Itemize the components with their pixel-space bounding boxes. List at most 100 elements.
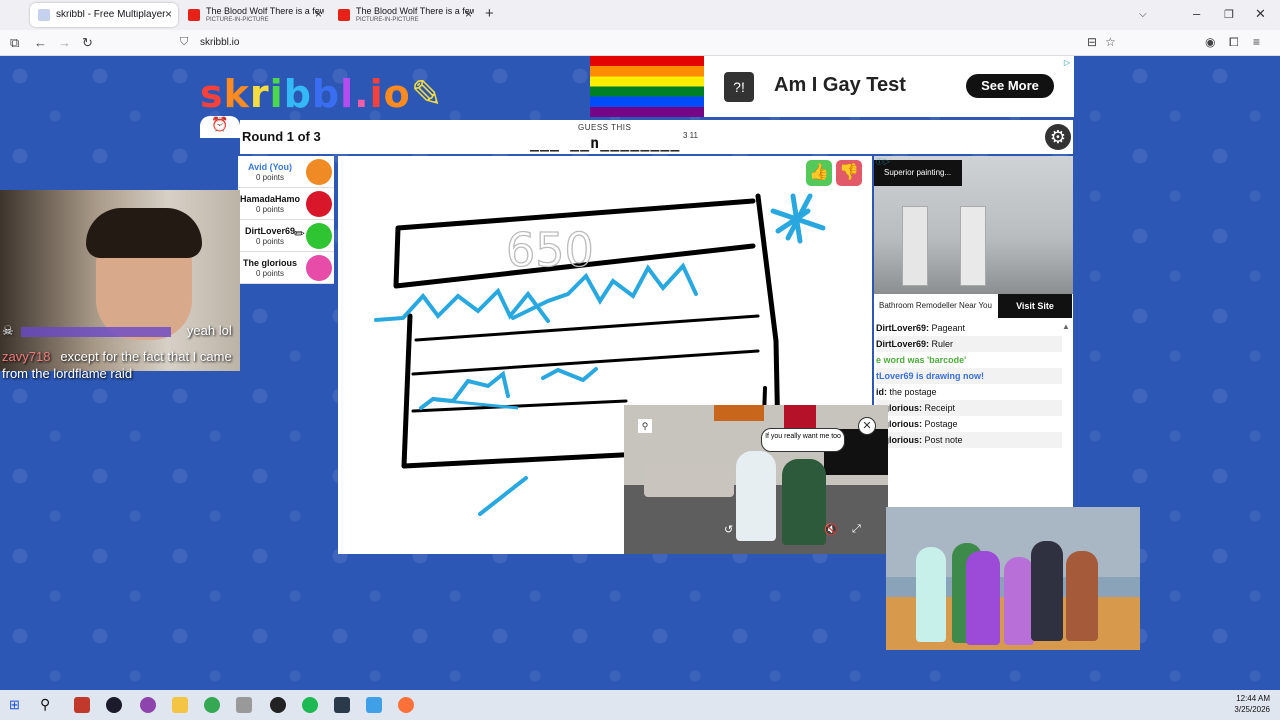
extensions-icon[interactable]: ⧠ xyxy=(1229,35,1239,50)
thumbs-up-button[interactable]: 👍 xyxy=(806,160,832,186)
player-row[interactable]: Avid (You) 0 points xyxy=(238,156,334,188)
avatar xyxy=(306,191,332,217)
system-clock[interactable]: 12:44 AM 3/25/2026 xyxy=(1234,693,1270,715)
tab-skribbl[interactable]: skribbl - Free Multiplayer Drawing × xyxy=(30,3,178,27)
tab-list-chevron-down-icon[interactable]: ⌵ xyxy=(1139,9,1147,20)
chat-user: DirtLover69: xyxy=(876,323,930,333)
ad-choices-icon[interactable]: ⓘ▷ xyxy=(876,157,890,167)
mute-icon[interactable]: 🔇 xyxy=(824,523,838,536)
youtube-favicon-icon xyxy=(338,9,350,21)
settings-gear-icon[interactable]: ⚙ xyxy=(1045,124,1071,150)
scroll-up-chevron-icon[interactable]: ▲ xyxy=(1062,322,1070,331)
rainbow-flag-image xyxy=(590,56,704,117)
tab-title: The Blood Wolf There is a few s xyxy=(206,6,324,16)
canvas-sketch-text: 650 xyxy=(506,223,594,277)
player-name: The glorious xyxy=(243,258,297,268)
avatar xyxy=(306,223,332,249)
app-icon[interactable] xyxy=(366,697,382,713)
stream-chat-line: ☠ yeah lol xyxy=(2,323,232,339)
ad-title: Am I Gay Test xyxy=(774,74,906,96)
chat-message: e glorious: Postage xyxy=(876,416,1062,432)
chat-panel: Superior painting... ⓘ▷ Bathroom Remodel… xyxy=(874,156,1073,554)
app-icon[interactable] xyxy=(236,697,252,713)
app-icon[interactable] xyxy=(74,697,90,713)
character-image xyxy=(1031,541,1063,641)
folder-icon[interactable] xyxy=(172,697,188,713)
expand-icon[interactable]: ⤢ xyxy=(852,523,861,536)
chat-message: e glorious: Post note xyxy=(876,432,1062,448)
bookmark-star-icon[interactable]: ☆ xyxy=(1105,35,1116,49)
tab-blood-wolf-2[interactable]: The Blood Wolf There is a few s PICTURE-… xyxy=(330,3,478,27)
chat-text: Ruler xyxy=(931,339,954,349)
minimize-button[interactable]: – xyxy=(1193,6,1200,21)
blurred-username xyxy=(21,326,172,337)
player-points: 0 points xyxy=(255,173,285,182)
pip-video-1[interactable]: If you really want me too ⚲ ✕ ↺ 🔇 ⤢ xyxy=(624,405,888,554)
app-icon[interactable] xyxy=(270,697,286,713)
thumbs-down-button[interactable]: 👎 xyxy=(836,160,862,186)
youtube-favicon-icon xyxy=(188,9,200,21)
new-tab-button[interactable]: + xyxy=(485,5,494,22)
see-more-button[interactable]: See More xyxy=(966,74,1054,98)
account-icon[interactable]: ◉ xyxy=(1205,35,1215,49)
back-arrow-icon[interactable]: ← xyxy=(34,35,47,50)
close-icon[interactable]: × xyxy=(465,7,472,21)
tab-blood-wolf-1[interactable]: The Blood Wolf There is a few s PICTURE-… xyxy=(180,3,328,27)
tab-subtitle: PICTURE-IN-PICTURE xyxy=(206,17,269,23)
tab-title: skribbl - Free Multiplayer Drawing xyxy=(56,10,168,20)
taskbar: ⊞ ⚲ 12:44 AM 3/25/2026 xyxy=(0,690,1280,720)
player-row[interactable]: The glorious 0 points xyxy=(238,252,334,284)
app-icon[interactable] xyxy=(106,697,122,713)
clock-date: 3/25/2026 xyxy=(1234,705,1270,714)
spotify-icon[interactable] xyxy=(302,697,318,713)
forward-arrow-icon[interactable]: → xyxy=(58,35,71,50)
door-image xyxy=(960,206,986,286)
menu-icon[interactable]: ≡ xyxy=(1253,35,1260,49)
skull-icon: ☠ xyxy=(2,323,14,338)
tab-strip: skribbl - Free Multiplayer Drawing × The… xyxy=(0,0,1280,30)
windows-start-icon[interactable]: ⊞ xyxy=(9,697,20,713)
address-bar[interactable]: ⛉ skribbl.io xyxy=(172,33,1122,53)
character-image xyxy=(966,551,1000,645)
chat-message: e glorious: Receipt xyxy=(876,400,1062,416)
player-name: HamadaHamo xyxy=(239,194,301,204)
round-indicator: Round 1 of 3 xyxy=(242,129,321,144)
character-image xyxy=(736,451,776,541)
pip-video-2[interactable] xyxy=(886,507,1140,650)
stream-chat-text: from the lordflame raid xyxy=(2,366,133,381)
rewind-icon[interactable]: ↺ xyxy=(724,523,733,536)
visit-site-button[interactable]: Visit Site xyxy=(998,294,1072,318)
app-icon[interactable] xyxy=(334,697,350,713)
skribbl-favicon-icon xyxy=(38,9,50,21)
reload-icon[interactable]: ↻ xyxy=(82,35,93,51)
magnify-icon[interactable]: ⚲ xyxy=(638,419,652,433)
stream-chat-user: zavy718 xyxy=(2,349,51,364)
stream-chat-text: except for the fact that I came xyxy=(60,349,232,364)
search-icon[interactable]: ⚲ xyxy=(40,696,50,713)
character-image xyxy=(1066,551,1098,641)
close-window-button[interactable]: ✕ xyxy=(1255,6,1266,22)
chrome-icon[interactable] xyxy=(204,697,220,713)
chat-text: Receipt xyxy=(924,403,956,413)
game-header-bar: Round 1 of 3 GUESS THIS ___ __n________ … xyxy=(240,120,1073,154)
player-row[interactable]: DirtLover69 0 points ✏ xyxy=(238,220,334,252)
chat-user: DirtLover69: xyxy=(876,339,930,349)
close-icon[interactable]: ✕ xyxy=(858,417,876,435)
character-image xyxy=(782,459,826,545)
close-icon[interactable]: × xyxy=(165,7,172,21)
stream-chat-text: yeah lol xyxy=(186,323,232,338)
firefox-icon[interactable] xyxy=(398,697,414,713)
tab-title: The Blood Wolf There is a few s xyxy=(356,6,474,16)
close-icon[interactable]: × xyxy=(315,7,322,21)
top-ad-banner[interactable]: ?! Am I Gay Test See More ▷ xyxy=(590,56,1074,117)
player-row[interactable]: HamadaHamo 0 points xyxy=(238,188,334,220)
reader-view-icon[interactable]: ⊟ xyxy=(1087,35,1097,49)
nav-bar: ⧉ ← → ↻ ⛉ skribbl.io ⊟ ☆ ◉ ⧠ ≡ xyxy=(0,30,1280,56)
player-points: 0 points xyxy=(255,269,285,278)
ad-choices-icon[interactable]: ▷ xyxy=(1064,58,1070,67)
maximize-button[interactable]: ❐ xyxy=(1224,8,1234,21)
chat-text: Pageant xyxy=(931,323,966,333)
app-icon[interactable] xyxy=(140,697,156,713)
sidebar-icon[interactable]: ⧉ xyxy=(10,35,19,51)
alarm-clock-icon: ⏰ xyxy=(200,116,240,138)
